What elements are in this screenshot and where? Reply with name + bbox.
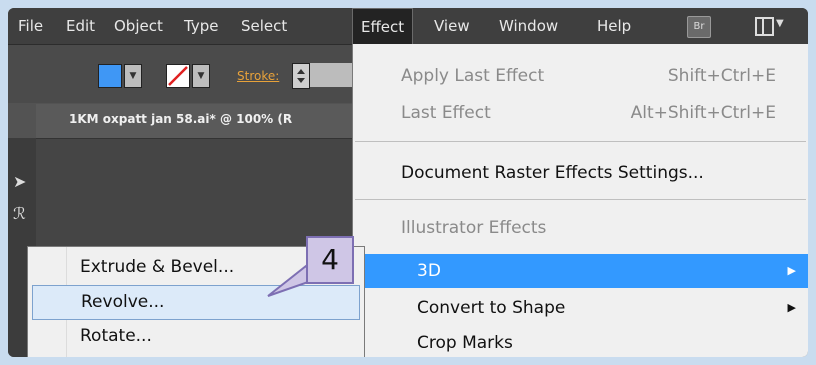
fill-swatch[interactable] — [98, 64, 122, 88]
menu-window[interactable]: Window — [499, 8, 558, 44]
menu-item-document-raster-effects-settings[interactable]: Document Raster Effects Settings... — [353, 156, 808, 190]
menu-item-label: Last Effect — [401, 103, 491, 123]
workspace-icon[interactable] — [755, 17, 774, 36]
menu-item-last-effect: Last Effect Alt+Shift+Ctrl+E — [353, 96, 808, 130]
menu-item-label: 3D — [417, 261, 441, 281]
app-window: File Edit Object Type Select Effect View… — [8, 8, 808, 357]
submenu-item-rotate[interactable]: Rotate... — [32, 320, 358, 353]
menu-item-label: Rotate... — [80, 326, 152, 346]
menu-select[interactable]: Select — [241, 8, 287, 44]
step-callout: 4 — [306, 236, 354, 284]
section-header-label: Illustrator Effects — [401, 218, 547, 238]
menu-section-illustrator-effects: Illustrator Effects — [353, 211, 808, 245]
bridge-icon[interactable]: Br — [687, 16, 711, 38]
menubar: File Edit Object Type Select Effect View… — [8, 8, 808, 45]
chevron-down-icon[interactable]: ▼ — [776, 18, 784, 29]
spinner-arrows-icon — [297, 69, 305, 83]
menu-item-shortcut: Shift+Ctrl+E — [667, 66, 776, 86]
menu-object[interactable]: Object — [114, 8, 163, 44]
stroke-dropdown[interactable]: ▼ — [192, 64, 210, 88]
menu-effect[interactable]: Effect — [352, 8, 414, 45]
menu-item-convert-to-shape[interactable]: Convert to Shape ▶ — [353, 291, 808, 325]
menu-item-label: Revolve... — [81, 292, 165, 312]
menu-divider — [355, 141, 806, 142]
selection-tool-icon[interactable]: ➤ — [13, 172, 26, 191]
menu-item-apply-last-effect: Apply Last Effect Shift+Ctrl+E — [353, 59, 808, 93]
no-stroke-icon — [168, 66, 188, 86]
menu-item-shortcut: Alt+Shift+Ctrl+E — [630, 103, 776, 123]
menu-help[interactable]: Help — [597, 8, 631, 44]
menu-file[interactable]: File — [18, 8, 43, 44]
menu-edit[interactable]: Edit — [66, 8, 95, 44]
menu-item-crop-marks[interactable]: Crop Marks — [353, 326, 808, 357]
stroke-label[interactable]: Stroke: — [237, 69, 279, 83]
menu-type[interactable]: Type — [184, 8, 218, 44]
menu-item-label: Convert to Shape — [417, 298, 566, 318]
submenu-arrow-icon: ▶ — [787, 301, 796, 314]
menu-item-label: Document Raster Effects Settings... — [401, 163, 704, 183]
stroke-swatch[interactable] — [166, 64, 190, 88]
menu-divider — [355, 199, 806, 200]
menu-item-label: Crop Marks — [417, 333, 513, 353]
menu-item-3d[interactable]: 3D ▶ — [353, 254, 808, 288]
menu-view[interactable]: View — [434, 8, 470, 44]
effect-menu: Apply Last Effect Shift+Ctrl+E Last Effe… — [352, 44, 808, 357]
lasso-tool-icon[interactable]: ℛ — [13, 204, 26, 223]
fill-dropdown[interactable]: ▼ — [124, 64, 142, 88]
menu-item-label: Extrude & Bevel... — [80, 257, 235, 277]
document-tab[interactable]: 1KM oxpatt jan 58.ai* @ 100% (R — [69, 112, 292, 126]
menu-item-label: Apply Last Effect — [401, 66, 545, 86]
stroke-weight-field[interactable] — [310, 63, 356, 87]
submenu-arrow-icon: ▶ — [787, 264, 796, 277]
stroke-spinner[interactable] — [292, 63, 310, 89]
